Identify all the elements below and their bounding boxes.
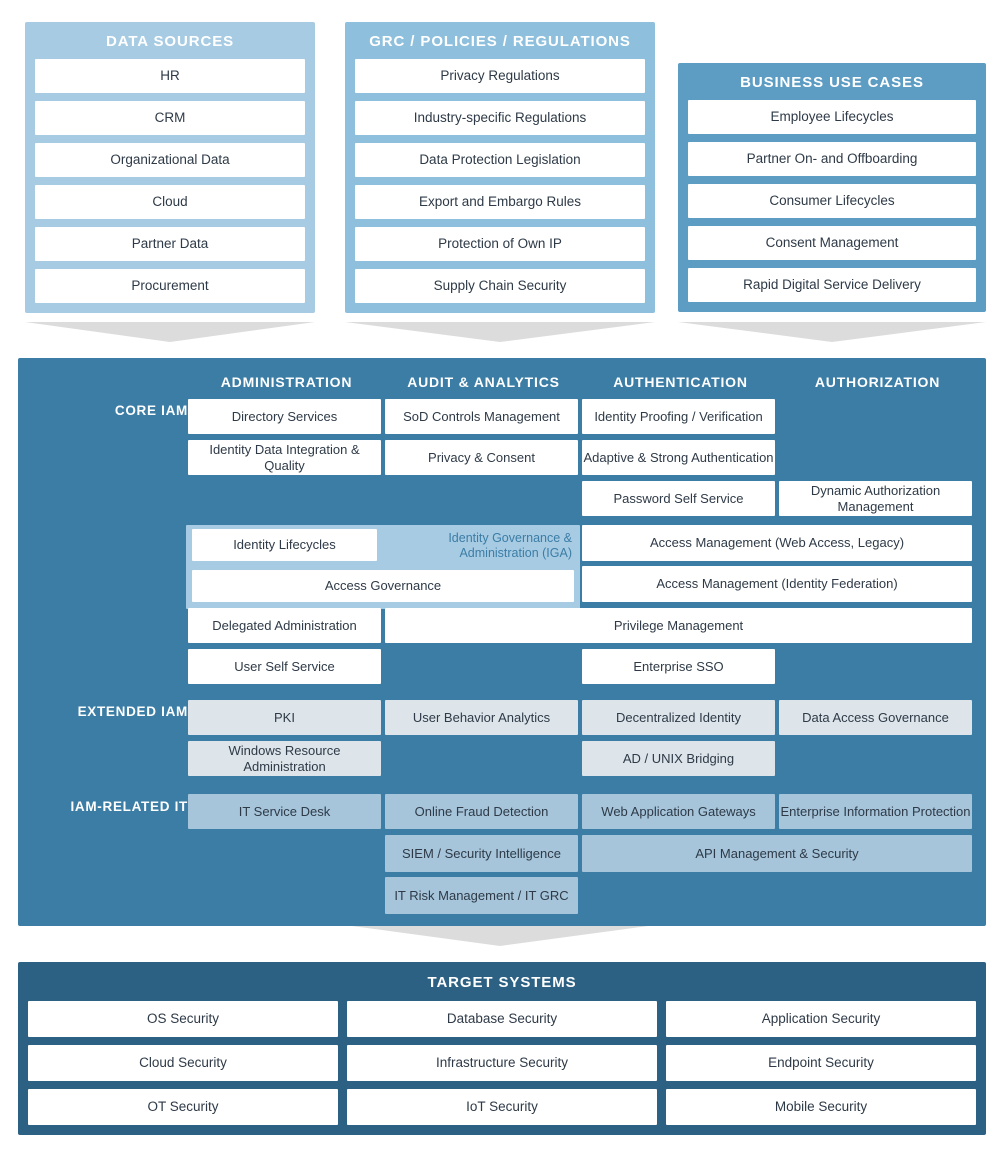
grc-item: Industry-specific Regulations: [355, 101, 645, 135]
target-row: OT Security IoT Security Mobile Security: [28, 1089, 976, 1125]
capability-box[interactable]: Adaptive & Strong Authentication: [582, 440, 775, 475]
data-source-item: Cloud: [35, 185, 305, 219]
data-source-item: CRM: [35, 101, 305, 135]
target-system-item[interactable]: Cloud Security: [28, 1045, 338, 1081]
iam-reference-architecture-diagram: DATA SOURCES HR CRM Organizational Data …: [0, 0, 1000, 1151]
capability-box[interactable]: Identity Proofing / Verification: [582, 399, 775, 434]
target-row: OS Security Database Security Applicatio…: [28, 1001, 976, 1037]
grc-item: Supply Chain Security: [355, 269, 645, 303]
capability-box[interactable]: Directory Services: [188, 399, 381, 434]
panel-data-sources: DATA SOURCES HR CRM Organizational Data …: [25, 22, 315, 313]
panel-iam-capability-matrix: ADMINISTRATION AUDIT & ANALYTICS AUTHENT…: [18, 358, 986, 926]
capability-box[interactable]: Identity Data Integration & Quality: [188, 440, 381, 475]
capability-box[interactable]: AD / UNIX Bridging: [582, 741, 775, 776]
data-source-item: HR: [35, 59, 305, 93]
target-row: Cloud Security Infrastructure Security E…: [28, 1045, 976, 1081]
capability-box[interactable]: Data Access Governance: [779, 700, 972, 735]
grc-item: Privacy Regulations: [355, 59, 645, 93]
group-iga-label: Identity Governance & Administration (IG…: [448, 531, 572, 560]
capability-box[interactable]: Password Self Service: [582, 481, 775, 516]
capability-box[interactable]: PKI: [188, 700, 381, 735]
target-system-item[interactable]: Database Security: [347, 1001, 657, 1037]
row-label-core-iam: CORE IAM: [114, 403, 188, 418]
business-use-case-item: Employee Lifecycles: [688, 100, 976, 134]
capability-box[interactable]: Decentralized Identity: [582, 700, 775, 735]
capability-box[interactable]: API Management & Security: [582, 835, 972, 872]
capability-box[interactable]: Online Fraud Detection: [385, 794, 578, 829]
panel-target-systems: TARGET SYSTEMS OS Security Database Secu…: [18, 962, 986, 1135]
panel-target-systems-title: TARGET SYSTEMS: [427, 974, 577, 991]
arrow-down-grc: [345, 322, 655, 342]
row-label-iam-related-it: IAM-RELATED IT: [70, 799, 188, 814]
capability-box-identity-lifecycles[interactable]: Identity Lifecycles: [192, 529, 377, 561]
grc-item: Protection of Own IP: [355, 227, 645, 261]
arrow-down-data-sources: [25, 322, 315, 342]
column-header-authentication: AUTHENTICATION: [613, 374, 748, 390]
capability-box[interactable]: Access Management (Web Access, Legacy): [582, 525, 972, 561]
capability-box[interactable]: Enterprise SSO: [582, 649, 775, 684]
panel-grc-policies-regulations: GRC / POLICIES / REGULATIONS Privacy Reg…: [345, 22, 655, 313]
column-header-audit-analytics: AUDIT & ANALYTICS: [407, 374, 560, 390]
target-system-item[interactable]: OS Security: [28, 1001, 338, 1037]
target-system-item[interactable]: OT Security: [28, 1089, 338, 1125]
target-system-item[interactable]: Endpoint Security: [666, 1045, 976, 1081]
capability-box[interactable]: Dynamic Authorization Management: [779, 481, 972, 516]
capability-box[interactable]: IT Service Desk: [188, 794, 381, 829]
capability-box[interactable]: Web Application Gateways: [582, 794, 775, 829]
capability-box[interactable]: IT Risk Management / IT GRC: [385, 877, 578, 914]
panel-business-title: BUSINESS USE CASES: [740, 74, 924, 91]
capability-box[interactable]: User Self Service: [188, 649, 381, 684]
capability-box[interactable]: User Behavior Analytics: [385, 700, 578, 735]
business-use-case-item: Consent Management: [688, 226, 976, 260]
capability-box[interactable]: SoD Controls Management: [385, 399, 578, 434]
data-source-item: Procurement: [35, 269, 305, 303]
capability-box[interactable]: Windows Resource Administration: [188, 741, 381, 776]
target-system-item[interactable]: Mobile Security: [666, 1089, 976, 1125]
target-system-item[interactable]: Infrastructure Security: [347, 1045, 657, 1081]
row-label-extended-iam: EXTENDED IAM: [77, 704, 188, 719]
capability-box[interactable]: SIEM / Security Intelligence: [385, 835, 578, 872]
capability-box-access-governance[interactable]: Access Governance: [192, 570, 574, 602]
business-use-case-item: Rapid Digital Service Delivery: [688, 268, 976, 302]
target-system-item[interactable]: Application Security: [666, 1001, 976, 1037]
capability-box[interactable]: Delegated Administration: [188, 608, 381, 643]
arrow-down-business: [678, 322, 986, 342]
capability-box[interactable]: Privilege Management: [385, 608, 972, 643]
grc-item: Export and Embargo Rules: [355, 185, 645, 219]
data-source-item: Organizational Data: [35, 143, 305, 177]
capability-box[interactable]: Access Management (Identity Federation): [582, 566, 972, 602]
business-use-case-item: Partner On- and Offboarding: [688, 142, 976, 176]
panel-business-use-cases: BUSINESS USE CASES Employee Lifecycles P…: [678, 63, 986, 312]
panel-data-sources-title: DATA SOURCES: [105, 33, 235, 50]
grc-item: Data Protection Legislation: [355, 143, 645, 177]
capability-box[interactable]: Privacy & Consent: [385, 440, 578, 475]
data-source-item: Partner Data: [35, 227, 305, 261]
target-system-item[interactable]: IoT Security: [347, 1089, 657, 1125]
panel-grc-title: GRC / POLICIES / REGULATIONS: [369, 33, 631, 50]
column-header-administration: ADMINISTRATION: [220, 374, 353, 390]
column-header-authorization: AUTHORIZATION: [814, 374, 941, 390]
capability-box[interactable]: Enterprise Information Protection: [779, 794, 972, 829]
arrow-down-core-to-target: [352, 926, 648, 946]
business-use-case-item: Consumer Lifecycles: [688, 184, 976, 218]
